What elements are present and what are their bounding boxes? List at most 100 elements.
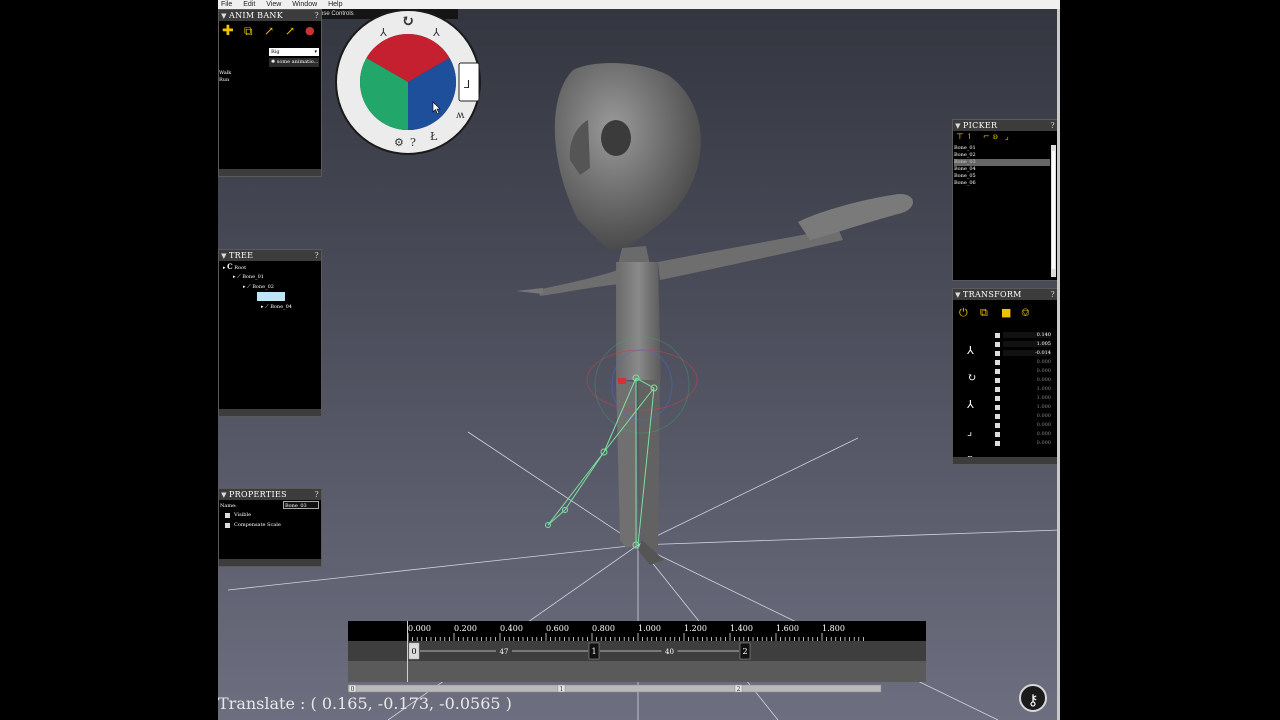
value-field[interactable]: 0.000 xyxy=(1003,440,1051,446)
menu-view[interactable]: View xyxy=(266,0,281,9)
link-bone-icon[interactable]: ʚ xyxy=(993,132,998,141)
value-field[interactable]: 1.000 xyxy=(1003,395,1051,401)
picker-item[interactable]: Bone_01 xyxy=(954,145,1050,152)
import-animation-icon[interactable]: ↗ xyxy=(285,24,295,38)
ik-mode-icon[interactable]: ⅃ xyxy=(464,78,470,91)
lock-checkbox[interactable] xyxy=(995,342,1000,347)
foot-bone-icon[interactable]: ⌟ xyxy=(1005,132,1009,141)
help-icon[interactable]: ? xyxy=(314,489,319,500)
menu-window[interactable]: Window xyxy=(292,0,317,9)
anim-item-run[interactable]: Run xyxy=(219,77,231,84)
tree-node-bone-01[interactable]: ▸ ⟋ Bone_01 xyxy=(233,272,264,282)
export-animation-icon[interactable]: ↗ xyxy=(264,24,274,38)
value-field[interactable]: 0.000 xyxy=(1003,431,1051,437)
picker-item-selected[interactable]: Bone_03 xyxy=(954,159,1050,166)
compensate-scale-checkbox[interactable] xyxy=(225,523,230,528)
picker-item[interactable]: Bone_02 xyxy=(954,152,1050,159)
wrench-button[interactable]: ⚷ xyxy=(1019,684,1047,712)
lock-checkbox[interactable] xyxy=(995,369,1000,374)
value-field[interactable]: 0.000 xyxy=(1003,368,1051,374)
timeline-scrubber[interactable]: 0 1 2 xyxy=(348,684,883,694)
properties-header[interactable]: ▼ PROPERTIES ? xyxy=(219,489,321,500)
lock-checkbox[interactable] xyxy=(995,333,1000,338)
collapse-chevron-icon[interactable]: ▼ xyxy=(219,490,229,501)
tree-node-bone-03[interactable]: Bone_03 xyxy=(257,292,285,301)
lock-checkbox[interactable] xyxy=(995,396,1000,401)
picker-scrollbar[interactable] xyxy=(1051,145,1056,277)
rotate-mode-icon[interactable]: ⅄ xyxy=(433,26,440,39)
value-field[interactable]: 1.000 xyxy=(1003,386,1051,392)
delete-animation-icon[interactable]: ● xyxy=(305,24,315,37)
picker-item[interactable]: Bone_05 xyxy=(954,173,1050,180)
picker-item[interactable]: Bone_06 xyxy=(954,180,1050,187)
power-icon[interactable]: ⏻ xyxy=(959,306,968,320)
copy-transform-icon[interactable]: ⧉ xyxy=(980,306,988,320)
wheel-help-icon[interactable]: ? xyxy=(410,136,416,149)
mode-wheel[interactable]: ↻ ⅄ ⅄ ⅃ ʍ Ł ⚙ ? xyxy=(334,8,482,156)
name-field[interactable]: Bone_03 xyxy=(283,501,319,509)
value-field[interactable]: 0.000 xyxy=(1003,359,1051,365)
duplicate-animation-icon[interactable]: ⧉ xyxy=(244,24,253,39)
collapse-chevron-icon[interactable]: ▼ xyxy=(219,251,229,262)
mirror-transform-icon[interactable]: ⎊ xyxy=(1021,306,1030,320)
keyframe-track[interactable]: 47 0 40 1 2 xyxy=(348,641,926,661)
settings-gear-icon[interactable]: ⚙ xyxy=(394,136,404,149)
lock-checkbox[interactable] xyxy=(995,360,1000,365)
menu-edit[interactable]: Edit xyxy=(243,0,255,9)
new-anim-item[interactable]: ✺ some animatio... xyxy=(269,58,319,67)
value-field[interactable]: 0.000 xyxy=(1003,413,1051,419)
transform-header[interactable]: ▼ TRANSFORM ? xyxy=(953,289,1057,300)
help-icon[interactable]: ? xyxy=(1050,289,1055,300)
help-icon[interactable]: ? xyxy=(314,250,319,261)
value-field[interactable]: 1.005 xyxy=(1003,341,1051,347)
pose-mode-icon[interactable]: ʍ xyxy=(456,110,465,121)
value-field[interactable]: -0.014 xyxy=(1003,350,1051,356)
lock-checkbox[interactable] xyxy=(995,405,1000,410)
panel-footer[interactable] xyxy=(219,559,321,566)
tree-node-bone-04[interactable]: ▸ ⟋ Bone_04 xyxy=(261,302,292,312)
paste-transform-icon[interactable]: ■ xyxy=(1001,306,1011,319)
picker-header[interactable]: ▼ PICKER ? xyxy=(953,120,1057,131)
panel-footer[interactable] xyxy=(219,169,321,176)
transform-row: 0.000 xyxy=(987,377,1055,386)
rig-dropdown[interactable]: Rig ▾ xyxy=(269,48,319,56)
anim-bank-header[interactable]: ▼ ANIM BANK ? xyxy=(219,10,321,21)
axis-mode-icon[interactable]: Ł xyxy=(430,130,438,143)
translate-mode-icon[interactable]: ⅄ xyxy=(380,26,387,39)
timeline-ruler[interactable]: 0.000 0.200 0.400 0.600 0.800 1.000 1.200 1.400… xyxy=(348,621,926,641)
help-icon[interactable]: ? xyxy=(314,10,319,21)
value-field[interactable]: 0.140 xyxy=(1003,332,1051,338)
value-field[interactable]: 1.000 xyxy=(1003,404,1051,410)
lock-checkbox[interactable] xyxy=(995,387,1000,392)
visible-checkbox[interactable] xyxy=(225,513,230,518)
add-animation-icon[interactable]: ✚ xyxy=(222,23,234,39)
add-child-icon[interactable]: ↿ xyxy=(966,132,973,141)
anim-item-walk[interactable]: Walk xyxy=(219,70,231,77)
timeline[interactable]: 0.000 0.200 0.400 0.600 0.800 1.000 1.200 1.400… xyxy=(348,621,926,682)
lock-checkbox[interactable] xyxy=(995,414,1000,419)
lock-checkbox[interactable] xyxy=(995,351,1000,356)
help-icon[interactable]: ? xyxy=(1050,120,1055,131)
lock-checkbox[interactable] xyxy=(995,441,1000,446)
tree-node-bone-02[interactable]: ▸ ⟋ Bone_02 xyxy=(243,282,274,292)
value-field[interactable]: 0.000 xyxy=(1003,422,1051,428)
panel-footer[interactable] xyxy=(953,457,1057,464)
scrubber-bar[interactable] xyxy=(348,684,882,693)
add-bone-icon[interactable]: ⊤ xyxy=(956,132,964,141)
lock-checkbox[interactable] xyxy=(995,432,1000,437)
timeline-track-empty[interactable] xyxy=(348,661,926,682)
value-field[interactable]: 0.000 xyxy=(1003,377,1051,383)
anim-bank-toolbar: ✚ ⧉ ↗ ↗ ● xyxy=(219,21,321,45)
scrollbar-thumb[interactable] xyxy=(1052,151,1055,269)
new-anim-label: some animatio... xyxy=(276,59,319,65)
app-viewport[interactable]: File Edit View Window Help ose Controls … xyxy=(218,0,1060,720)
tree-header[interactable]: ▼ TREE ? xyxy=(219,250,321,261)
menu-file[interactable]: File xyxy=(221,0,232,9)
playhead[interactable] xyxy=(407,621,408,682)
lock-checkbox[interactable] xyxy=(995,423,1000,428)
panel-footer[interactable] xyxy=(219,409,321,416)
picker-item[interactable]: Bone_04 xyxy=(954,166,1050,173)
parent-bone-icon[interactable]: ⌐ xyxy=(983,132,990,141)
reset-icon[interactable]: ↻ xyxy=(401,11,414,30)
lock-checkbox[interactable] xyxy=(995,378,1000,383)
